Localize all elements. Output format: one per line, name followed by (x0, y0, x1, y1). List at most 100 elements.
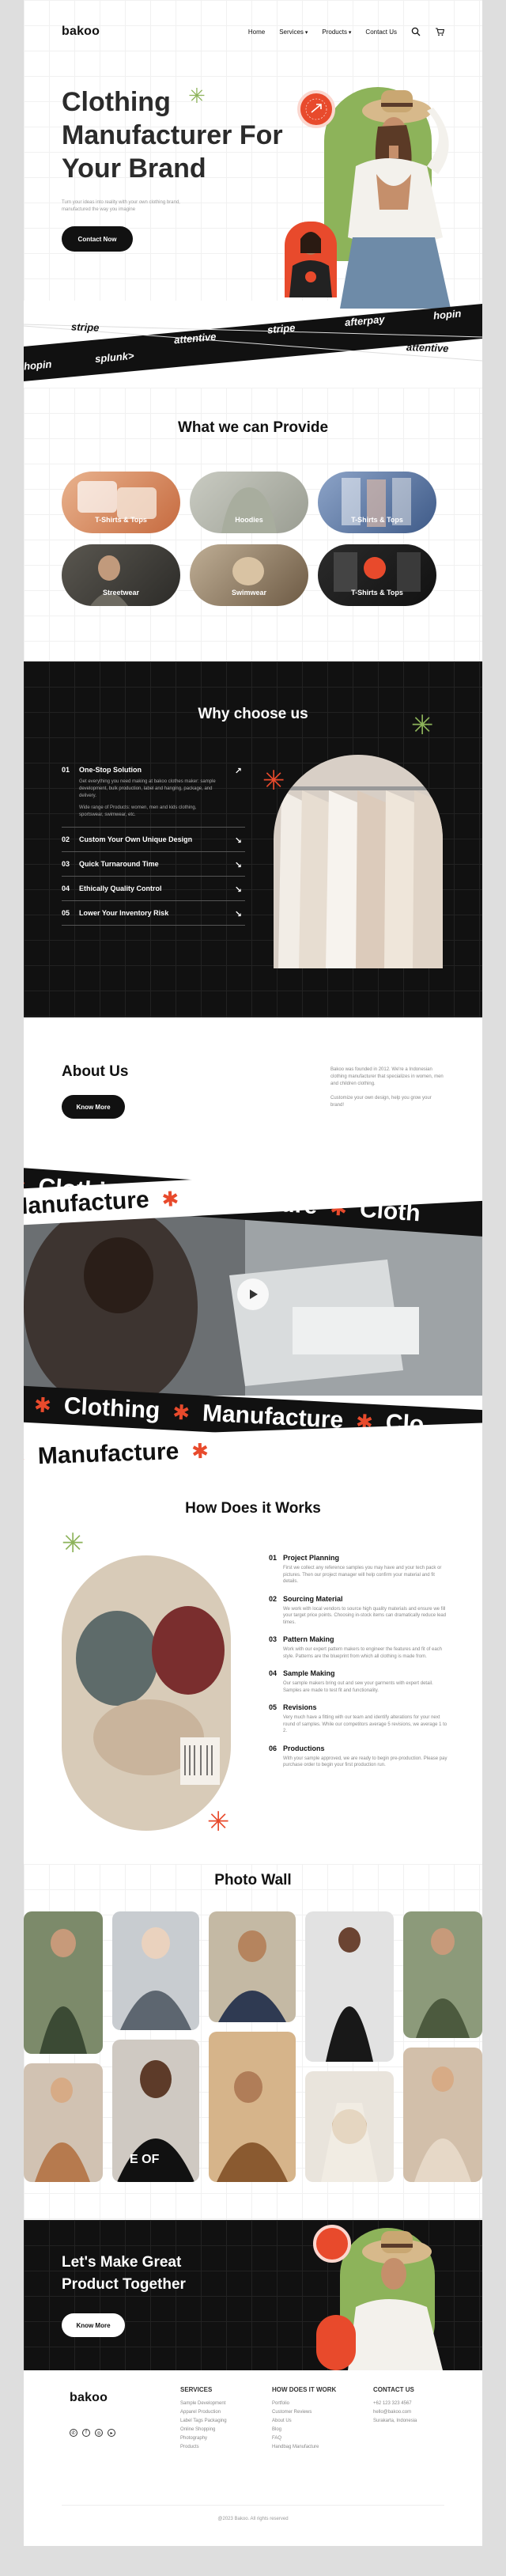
why-list: 01 One-Stop Solution Get everything you … (62, 758, 245, 926)
why-item[interactable]: 04 Ethically Quality Control ↘ (62, 877, 245, 901)
about-text-2: Customize your own design, help you grow… (330, 1096, 432, 1108)
why-item[interactable]: 01 One-Stop Solution Get everything you … (62, 758, 245, 828)
service-card[interactable]: T-Shirts & Tops (62, 472, 180, 533)
service-label: Streetwear (102, 589, 140, 597)
footer-link[interactable]: Portfolio (272, 2401, 336, 2406)
cta-title: Let's Make Great Product Together (62, 2254, 186, 2293)
why-label: Lower Your Inventory Risk (79, 909, 169, 917)
cart-icon[interactable] (435, 27, 444, 36)
services-section: What we can Provide T-Shirts & Tops Hood… (24, 388, 482, 661)
process-steps: 01 Project Planning First we collect any r… (269, 1554, 451, 1779)
instagram-icon[interactable]: ◎ (95, 2429, 103, 2437)
main-menu: Home Services Products Contact Us (248, 27, 444, 36)
asterisk-icon: ✱ (172, 1400, 191, 1425)
asterisk-icon: ✱ (191, 1438, 210, 1463)
footer-link[interactable]: Sample Development (180, 2401, 227, 2406)
service-card[interactable]: Hoodies (190, 472, 308, 533)
contact-address: Surakarta, Indonesia (373, 2419, 417, 2423)
asterisk-icon: ✳ (62, 1529, 85, 1559)
gallery-photo[interactable] (305, 2071, 394, 2182)
video-section: ✱Clothing ✱Manufacture ✱Cloth Manufactur… (24, 1144, 482, 1476)
how-it-works-section: How Does it Works ✳ ✳ 01 Project Planning… (24, 1476, 482, 1864)
why-num: 02 (62, 835, 70, 843)
gallery-photo[interactable]: E OF (112, 2040, 199, 2182)
why-item[interactable]: 02 Custom Your Own Unique Design ↘ (62, 828, 245, 852)
step-desc: Work with our expert pattern makers to e… (283, 1647, 442, 1659)
why-label: One-Stop Solution (79, 766, 142, 774)
gallery-photo[interactable] (209, 2032, 296, 2182)
brand-logo[interactable]: bakoo (62, 25, 100, 39)
why-item[interactable]: 05 Lower Your Inventory Risk ↘ (62, 901, 245, 926)
gallery-photo[interactable] (305, 1911, 394, 2062)
footer-link[interactable]: Label Tags Packaging (180, 2419, 227, 2423)
footer-logo[interactable]: bakoo (70, 2391, 108, 2405)
step-num: 01 (269, 1554, 278, 1562)
contact-now-button[interactable]: Contact Now (62, 226, 133, 252)
ribbon-word: Clothing (63, 1392, 161, 1424)
hero-subtitle: Turn your ideas into reality with your o… (62, 200, 180, 212)
play-icon (250, 1290, 258, 1299)
service-card[interactable]: Swimwear (190, 544, 308, 606)
footer-link[interactable]: About Us (272, 2419, 336, 2423)
contact-email[interactable]: hello@bakoo.com (373, 2410, 417, 2415)
service-card[interactable]: Streetwear (62, 544, 180, 606)
partner-logo: hopin (432, 307, 462, 322)
arrow-down-right-icon: ↘ (234, 861, 242, 870)
nav-contact[interactable]: Contact Us (365, 28, 397, 36)
gallery-photo[interactable] (209, 1911, 296, 2022)
arrow-down-right-icon: ↘ (234, 836, 242, 846)
footer-link[interactable]: Customer Reviews (272, 2410, 336, 2415)
gallery-photo[interactable] (112, 1911, 199, 2030)
step-label: Sample Making (283, 1669, 335, 1677)
gallery-photo[interactable] (403, 1911, 482, 2038)
why-choose-us-section: Why choose us 01 One-Stop Solution Get e… (24, 661, 482, 1017)
footer-link[interactable]: Handbag Manufacture (272, 2445, 336, 2449)
service-card[interactable]: T-Shirts & Tops (318, 472, 436, 533)
process-step: 02 Sourcing Material We work with local ve… (269, 1595, 451, 1627)
step-label: Productions (283, 1744, 325, 1752)
gallery-photo[interactable] (24, 1911, 103, 2054)
process-step: 05 Revisions Very much have a fitting with… (269, 1703, 451, 1735)
contact-phone[interactable]: +62 123 323 4567 (373, 2401, 417, 2406)
nav-products[interactable]: Products (322, 28, 351, 36)
asterisk-icon: ✳ (207, 1807, 230, 1837)
partner-logo: attentive (406, 341, 449, 354)
service-card[interactable]: T-Shirts & Tops (318, 544, 436, 606)
why-desc-2: Wide range of Products: women, men and k… (79, 805, 197, 817)
how-title: How Does it Works (185, 1500, 321, 1517)
know-more-button[interactable]: Know More (62, 1095, 125, 1119)
partner-logo: hopin (24, 358, 52, 373)
nav-services[interactable]: Services (279, 28, 308, 36)
hero: Clothing Manufacturer For Your Brand ✳ T… (24, 63, 482, 309)
footer-link[interactable]: Products (180, 2445, 227, 2449)
step-desc: First we collect any reference samples y… (283, 1566, 442, 1584)
why-label: Quick Turnaround Time (79, 860, 159, 868)
footer-link[interactable]: FAQ (272, 2436, 336, 2441)
cta-know-more-button[interactable]: Know More (62, 2313, 125, 2337)
nav-home[interactable]: Home (248, 28, 265, 36)
photo-wall-section: Photo Wall E OF (24, 1864, 482, 2220)
hero-title: Clothing Manufacturer For Your Brand (62, 87, 283, 184)
why-num: 05 (62, 909, 70, 917)
ribbon-word: Manufacture (24, 1186, 150, 1221)
search-icon[interactable] (411, 27, 421, 36)
footer-link[interactable]: Blog (272, 2427, 336, 2432)
footer-link[interactable]: Apparel Production (180, 2410, 227, 2415)
why-item[interactable]: 03 Quick Turnaround Time ↘ (62, 852, 245, 877)
process-step: 04 Sample Making Our sample makers bring o… (269, 1669, 451, 1694)
play-button[interactable] (237, 1279, 269, 1310)
footer-link[interactable]: Online Shopping (180, 2427, 227, 2432)
footer-link[interactable]: Photography (180, 2436, 227, 2441)
whatsapp-icon[interactable]: ✆ (70, 2429, 77, 2437)
asterisk-icon: ✳ (262, 766, 285, 796)
service-label: Swimwear (231, 589, 267, 597)
facebook-icon[interactable]: f (82, 2429, 90, 2437)
about-title: About Us (62, 1063, 129, 1080)
gallery-photo[interactable] (403, 2048, 482, 2182)
gallery-photo[interactable] (24, 2063, 103, 2182)
youtube-icon[interactable]: ▸ (108, 2429, 115, 2437)
partner-logo: stripe (266, 321, 296, 336)
step-num: 06 (269, 1744, 278, 1752)
footer-col-title: CONTACT US (373, 2386, 414, 2393)
landing-page: bakoo Home Services Products Contact Us … (24, 0, 482, 2546)
